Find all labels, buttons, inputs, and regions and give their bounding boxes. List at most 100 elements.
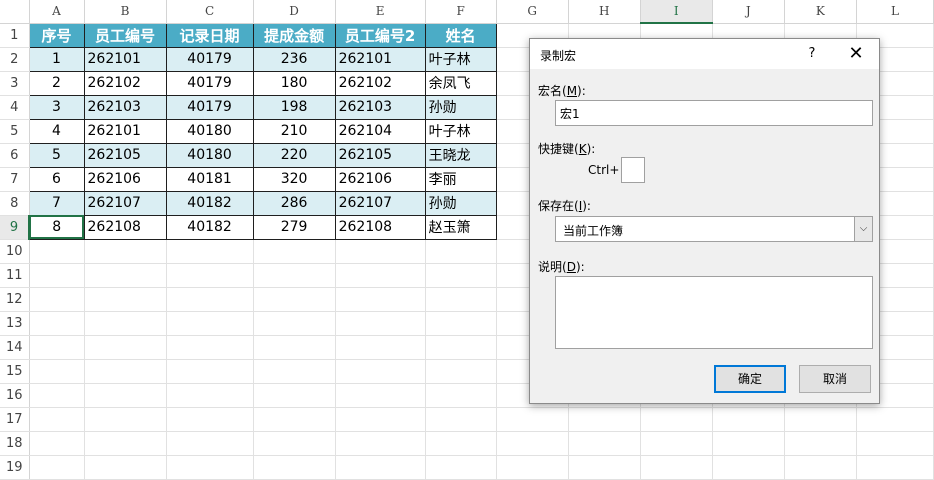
table-cell[interactable]: 262105 [334,142,426,168]
empty-cell[interactable] [335,431,426,456]
table-cell[interactable]: 262101 [334,46,426,72]
empty-cell[interactable] [425,359,497,384]
table-header-cell[interactable]: 员工编号 [83,22,167,48]
ok-button[interactable]: 确定 [714,365,786,393]
table-cell[interactable]: 李丽 [424,166,497,192]
store-in-select[interactable]: 当前工作簿 ⌵ [555,216,873,242]
empty-cell[interactable] [856,431,934,456]
empty-cell[interactable] [253,455,336,480]
column-header-d[interactable]: D [253,0,336,24]
empty-cell[interactable] [29,431,85,456]
empty-cell[interactable] [712,407,785,432]
empty-cell[interactable] [253,359,336,384]
table-cell[interactable]: 40179 [165,46,254,72]
table-cell[interactable]: 262104 [334,118,426,144]
empty-cell[interactable] [29,263,85,288]
table-cell[interactable]: 赵玉箫 [424,214,497,240]
empty-cell[interactable] [84,239,167,264]
column-header-c[interactable]: C [166,0,254,24]
description-textarea[interactable] [555,276,873,349]
row-header[interactable]: 14 [0,335,30,360]
table-cell[interactable]: 孙勋 [424,94,497,120]
column-header-f[interactable]: F [425,0,497,24]
table-cell[interactable]: 210 [252,118,336,144]
table-cell[interactable]: 王晓龙 [424,142,497,168]
empty-cell[interactable] [166,359,254,384]
empty-cell[interactable] [84,335,167,360]
empty-cell[interactable] [640,455,713,480]
empty-cell[interactable] [425,263,497,288]
empty-cell[interactable] [29,407,85,432]
empty-cell[interactable] [253,335,336,360]
empty-cell[interactable] [496,431,569,456]
empty-cell[interactable] [496,407,569,432]
table-cell[interactable]: 3 [28,94,85,120]
empty-cell[interactable] [335,239,426,264]
row-header[interactable]: 1 [0,23,30,48]
empty-cell[interactable] [166,335,254,360]
empty-cell[interactable] [84,287,167,312]
table-cell[interactable]: 262102 [334,70,426,96]
chevron-down-icon[interactable]: ⌵ [854,217,872,241]
table-header-cell[interactable]: 提成金额 [252,22,336,48]
empty-cell[interactable] [425,455,497,480]
empty-cell[interactable] [84,359,167,384]
table-cell[interactable]: 198 [252,94,336,120]
table-cell[interactable]: 262106 [83,166,167,192]
table-cell[interactable]: 236 [252,46,336,72]
empty-cell[interactable] [335,455,426,480]
row-header[interactable]: 5 [0,119,30,144]
empty-cell[interactable] [84,383,167,408]
row-header[interactable]: 8 [0,191,30,216]
column-header-e[interactable]: E [335,0,426,24]
empty-cell[interactable] [29,335,85,360]
column-header-h[interactable]: H [568,0,641,24]
shortcut-key-input[interactable] [621,157,645,183]
empty-cell[interactable] [29,239,85,264]
column-header-l[interactable]: L [856,0,934,24]
empty-cell[interactable] [166,431,254,456]
empty-cell[interactable] [166,407,254,432]
help-button[interactable]: ? [802,44,822,64]
column-header-b[interactable]: B [84,0,167,24]
empty-cell[interactable] [568,455,641,480]
empty-cell[interactable] [84,311,167,336]
table-cell[interactable]: 40182 [165,214,254,240]
table-cell[interactable]: 262108 [83,214,167,240]
table-cell[interactable]: 40180 [165,118,254,144]
row-header[interactable]: 3 [0,71,30,96]
empty-cell[interactable] [856,455,934,480]
empty-cell[interactable] [166,287,254,312]
column-header-i[interactable]: I [640,0,713,24]
empty-cell[interactable] [640,407,713,432]
column-header-k[interactable]: K [784,0,857,24]
table-cell[interactable]: 2 [28,70,85,96]
table-cell[interactable]: 40179 [165,70,254,96]
empty-cell[interactable] [496,455,569,480]
empty-cell[interactable] [335,359,426,384]
table-cell[interactable]: 180 [252,70,336,96]
column-header-g[interactable]: G [496,0,569,24]
empty-cell[interactable] [29,287,85,312]
close-button[interactable]: ✕ [841,42,871,66]
table-cell[interactable]: 叶子林 [424,46,497,72]
macro-name-input[interactable] [555,100,873,126]
empty-cell[interactable] [29,455,85,480]
empty-cell[interactable] [856,407,934,432]
row-header[interactable]: 2 [0,47,30,72]
empty-cell[interactable] [253,287,336,312]
empty-cell[interactable] [425,287,497,312]
empty-cell[interactable] [253,263,336,288]
table-cell[interactable]: 5 [28,142,85,168]
empty-cell[interactable] [425,407,497,432]
row-header[interactable]: 16 [0,383,30,408]
table-cell[interactable]: 40181 [165,166,254,192]
empty-cell[interactable] [568,407,641,432]
empty-cell[interactable] [335,311,426,336]
empty-cell[interactable] [425,335,497,360]
cancel-button[interactable]: 取消 [799,365,871,393]
empty-cell[interactable] [784,431,857,456]
empty-cell[interactable] [568,431,641,456]
empty-cell[interactable] [253,239,336,264]
empty-cell[interactable] [335,263,426,288]
